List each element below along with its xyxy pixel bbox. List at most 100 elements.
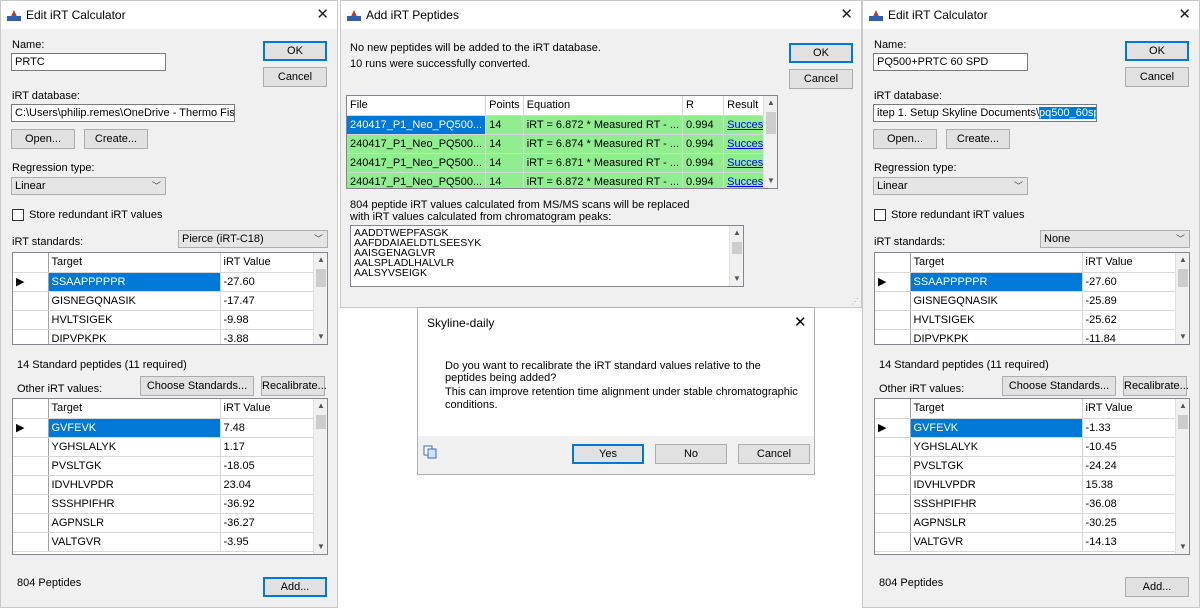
cell-target[interactable]: SSAAPPPPPR bbox=[48, 272, 221, 292]
open-button[interactable]: Open... bbox=[873, 129, 937, 149]
cell-target[interactable]: SSAAPPPPPR bbox=[910, 272, 1083, 292]
cell-irt-value[interactable]: -14.13 bbox=[1082, 532, 1177, 552]
cell-target[interactable]: YGHSLALYK bbox=[48, 437, 221, 457]
cell-target[interactable]: AGPNSLR bbox=[48, 513, 221, 533]
irt-database-field[interactable]: C:\Users\philip.remes\OneDrive - Thermo … bbox=[11, 104, 235, 122]
cell-points[interactable]: 14 bbox=[485, 134, 524, 154]
cell-target[interactable]: SSSHPIFHR bbox=[910, 494, 1083, 514]
scroll-up-icon[interactable]: ▲ bbox=[1176, 253, 1189, 267]
scroll-down-icon[interactable]: ▼ bbox=[1176, 540, 1189, 554]
cell-irt-value[interactable]: -25.62 bbox=[1082, 310, 1177, 330]
create-button[interactable]: Create... bbox=[84, 129, 148, 149]
column-header-irt-value[interactable]: iRT Value bbox=[220, 399, 315, 419]
no-button[interactable]: No bbox=[655, 444, 727, 464]
cell-target[interactable]: AGPNSLR bbox=[910, 513, 1083, 533]
cell-target[interactable]: SSSHPIFHR bbox=[48, 494, 221, 514]
column-header-points[interactable]: Points bbox=[485, 96, 524, 116]
add-button[interactable]: Add... bbox=[1125, 577, 1189, 597]
cell-irt-value[interactable]: -3.95 bbox=[220, 532, 315, 552]
irt-database-field[interactable]: itep 1. Setup Skyline Documents\pq500_60… bbox=[873, 104, 1097, 122]
scroll-up-icon[interactable]: ▲ bbox=[764, 96, 777, 110]
add-button[interactable]: Add... bbox=[263, 577, 327, 597]
column-header-file[interactable]: File bbox=[347, 96, 487, 116]
scroll-up-icon[interactable]: ▲ bbox=[1176, 399, 1189, 413]
peptides-scrollbar[interactable]: ▲ ▼ bbox=[729, 226, 743, 286]
cell-file[interactable]: 240417_P1_Neo_PQ500... bbox=[347, 134, 487, 154]
standards-scrollbar[interactable]: ▲ ▼ bbox=[313, 253, 327, 344]
cell-target[interactable]: HVLTSIGEK bbox=[910, 310, 1083, 330]
scroll-thumb[interactable] bbox=[766, 112, 776, 134]
scroll-thumb[interactable] bbox=[1178, 415, 1188, 429]
cell-file[interactable]: 240417_P1_Neo_PQ500... bbox=[347, 115, 487, 135]
cell-irt-value[interactable]: -27.60 bbox=[1082, 272, 1177, 292]
scroll-up-icon[interactable]: ▲ bbox=[314, 399, 327, 413]
cell-irt-value[interactable]: -36.08 bbox=[1082, 494, 1177, 514]
standards-scrollbar[interactable]: ▲ ▼ bbox=[1175, 253, 1189, 344]
recalibrate-button[interactable]: Recalibrate... bbox=[261, 376, 327, 396]
cell-points[interactable]: 14 bbox=[485, 172, 524, 188]
cancel-button[interactable]: Cancel bbox=[1125, 67, 1189, 87]
column-header-target[interactable]: Target bbox=[48, 399, 221, 419]
cell-irt-value[interactable]: -36.92 bbox=[220, 494, 315, 514]
regression-type-select[interactable]: Linear ﹀ bbox=[11, 177, 166, 195]
scroll-up-icon[interactable]: ▲ bbox=[314, 253, 327, 267]
choose-standards-button[interactable]: Choose Standards... bbox=[1002, 376, 1116, 396]
open-button[interactable]: Open... bbox=[11, 129, 75, 149]
cell-target[interactable]: IDVHLVPDR bbox=[910, 475, 1083, 495]
store-redundant-checkbox[interactable] bbox=[874, 209, 886, 221]
column-header-target[interactable]: Target bbox=[48, 253, 221, 273]
cell-points[interactable]: 14 bbox=[485, 115, 524, 135]
name-field[interactable]: PQ500+PRTC 60 SPD bbox=[873, 53, 1028, 71]
cell-target[interactable]: GVFEVK bbox=[48, 418, 221, 438]
scroll-thumb[interactable] bbox=[1178, 269, 1188, 287]
cell-file[interactable]: 240417_P1_Neo_PQ500... bbox=[347, 153, 487, 173]
scroll-thumb[interactable] bbox=[732, 242, 742, 254]
cell-irt-value[interactable]: -36.27 bbox=[220, 513, 315, 533]
cell-irt-value[interactable]: -3.88 bbox=[220, 329, 315, 344]
ok-button[interactable]: OK bbox=[1125, 41, 1189, 61]
close-icon[interactable]: ✕ bbox=[1178, 5, 1191, 23]
cell-target[interactable]: PVSLTGK bbox=[910, 456, 1083, 476]
cell-file[interactable]: 240417_P1_Neo_PQ500... bbox=[347, 172, 487, 188]
cell-irt-value[interactable]: -18.05 bbox=[220, 456, 315, 476]
cell-irt-value[interactable]: 15.38 bbox=[1082, 475, 1177, 495]
close-icon[interactable]: ✕ bbox=[316, 5, 329, 23]
cell-target[interactable]: YGHSLALYK bbox=[910, 437, 1083, 457]
irt-standards-select[interactable]: None ﹀ bbox=[1040, 230, 1190, 248]
cell-equation[interactable]: iRT = 6.872 * Measured RT - ... bbox=[523, 172, 684, 188]
cell-irt-value[interactable]: -30.25 bbox=[1082, 513, 1177, 533]
cell-target[interactable]: DIPVPKPK bbox=[910, 329, 1083, 344]
column-header-irt-value[interactable]: iRT Value bbox=[1082, 253, 1177, 273]
regression-type-select[interactable]: Linear ﹀ bbox=[873, 177, 1028, 195]
cell-irt-value[interactable]: -9.98 bbox=[220, 310, 315, 330]
create-button[interactable]: Create... bbox=[946, 129, 1010, 149]
ok-button[interactable]: OK bbox=[263, 41, 327, 61]
name-field[interactable]: PRTC bbox=[11, 53, 166, 71]
cell-irt-value[interactable]: 1.17 bbox=[220, 437, 315, 457]
irt-standards-select[interactable]: Pierce (iRT-C18) ﹀ bbox=[178, 230, 328, 248]
close-icon[interactable]: ✕ bbox=[794, 313, 807, 331]
cell-equation[interactable]: iRT = 6.871 * Measured RT - ... bbox=[523, 153, 684, 173]
cell-target[interactable]: GISNEGQNASIK bbox=[48, 291, 221, 311]
close-icon[interactable]: ✕ bbox=[840, 5, 853, 23]
cell-irt-value[interactable]: -11.84 bbox=[1082, 329, 1177, 344]
other-irt-scrollbar[interactable]: ▲ ▼ bbox=[313, 399, 327, 554]
cell-points[interactable]: 14 bbox=[485, 153, 524, 173]
ok-button[interactable]: OK bbox=[789, 43, 853, 63]
column-header-target[interactable]: Target bbox=[910, 399, 1083, 419]
choose-standards-button[interactable]: Choose Standards... bbox=[140, 376, 254, 396]
cell-irt-value[interactable]: 7.48 bbox=[220, 418, 315, 438]
cell-target[interactable]: IDVHLVPDR bbox=[48, 475, 221, 495]
cell-irt-value[interactable]: -25.89 bbox=[1082, 291, 1177, 311]
store-redundant-checkbox[interactable] bbox=[12, 209, 24, 221]
cell-equation[interactable]: iRT = 6.872 * Measured RT - ... bbox=[523, 115, 684, 135]
cell-target[interactable]: HVLTSIGEK bbox=[48, 310, 221, 330]
cell-target[interactable]: GVFEVK bbox=[910, 418, 1083, 438]
cell-r[interactable]: 0.994 bbox=[682, 115, 725, 135]
column-header-equation[interactable]: Equation bbox=[523, 96, 684, 116]
column-header-irt-value[interactable]: iRT Value bbox=[1082, 399, 1177, 419]
cancel-button[interactable]: Cancel bbox=[789, 69, 853, 89]
cell-r[interactable]: 0.994 bbox=[682, 153, 725, 173]
cell-target[interactable]: VALTGVR bbox=[910, 532, 1083, 552]
cell-target[interactable]: VALTGVR bbox=[48, 532, 221, 552]
